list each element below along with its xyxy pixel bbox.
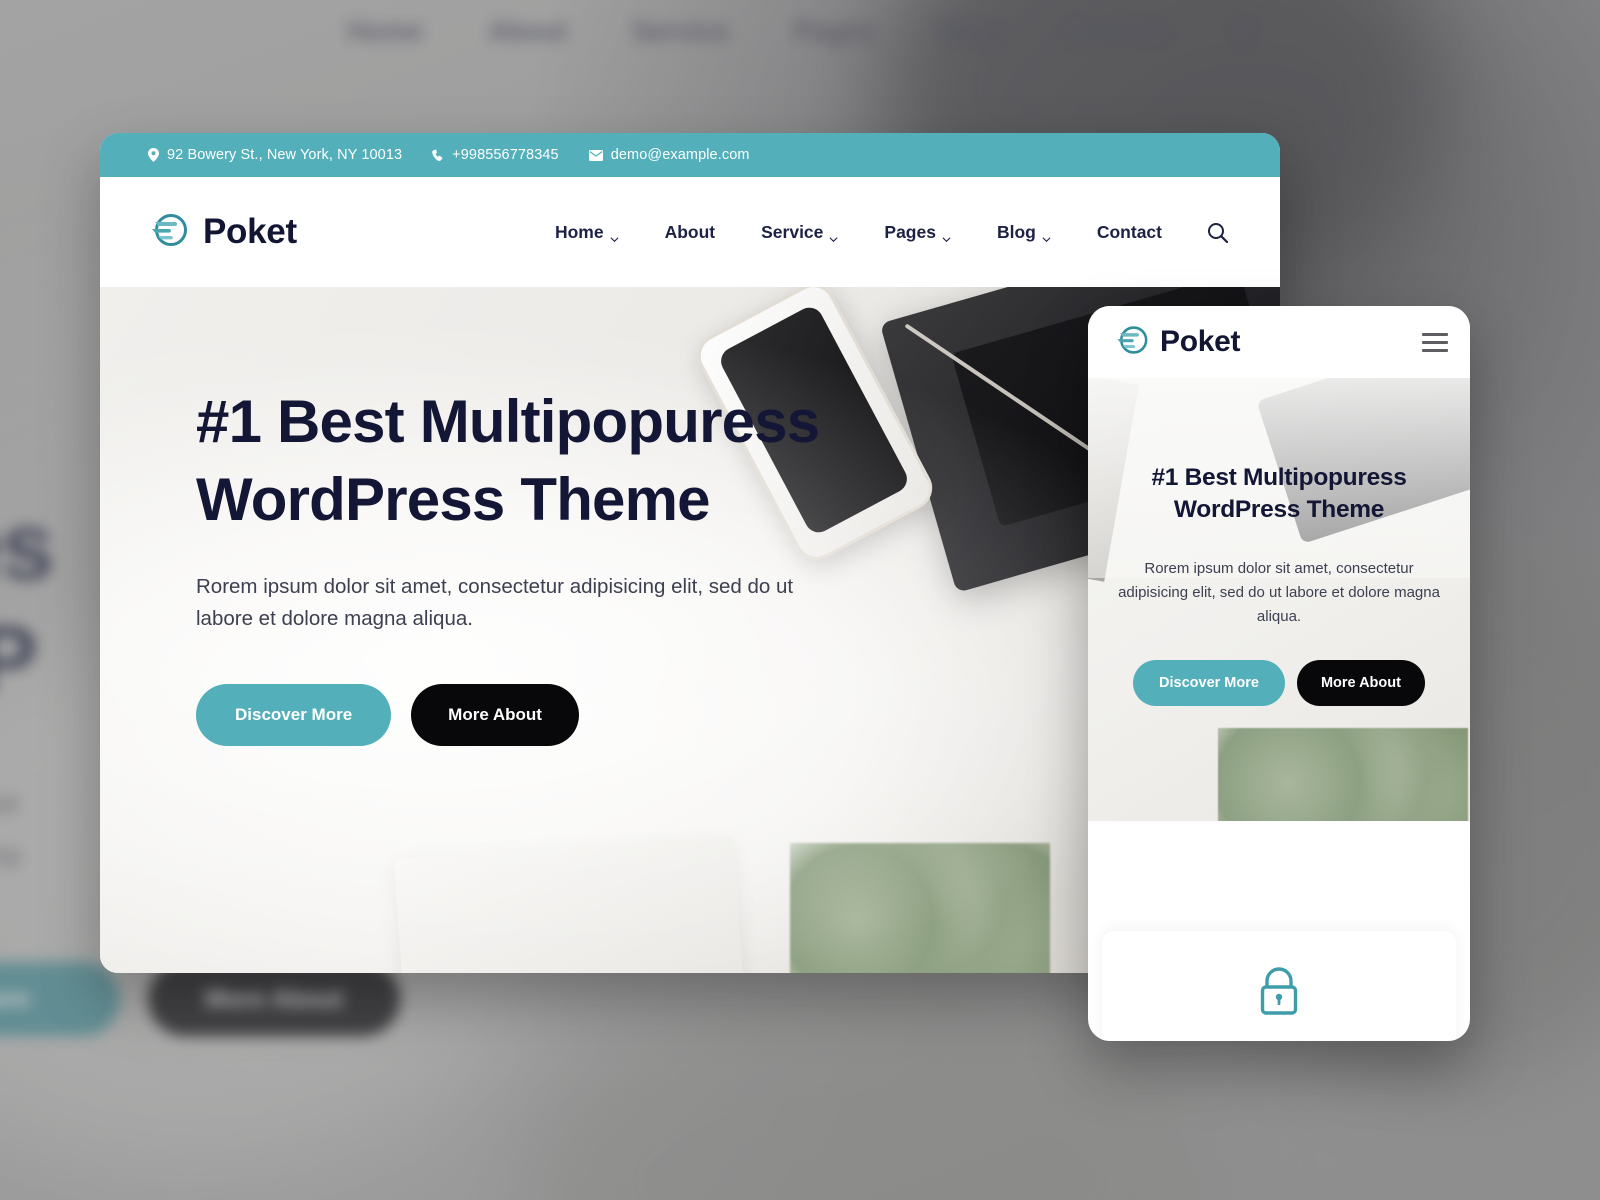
chevron-down-icon [1042,228,1051,242]
poket-bird-logo-icon [1114,322,1150,363]
hero-button-group: Discover More More About [196,683,820,746]
phone-icon [432,149,444,162]
mobile-photo-plant [1218,728,1468,821]
nav-item-contact-label: Contact [1096,221,1162,242]
nav-item-pages[interactable]: Pages [861,222,974,243]
mobile-navbar: Poket [1088,306,1470,378]
discover-more-button[interactable]: Discover More [196,683,392,746]
chevron-down-icon [610,228,619,242]
nav-item-about-label: About [664,221,716,242]
hero-subtitle: Rorem ipsum dolor sit amet, consectetur … [196,575,794,631]
location-pin-icon [148,148,159,162]
chevron-down-icon [829,228,838,242]
screenshot-stage: Home About Service Pages Blog Contact ⚲ … [0,0,1600,1200]
topbar-phone[interactable]: +998556778345 [432,147,559,163]
main-navbar: Poket Home About Service Pages Blog Cont… [100,177,1280,287]
topbar-email-text: demo@example.com [610,147,750,163]
nav-item-pages-label: Pages [884,221,936,242]
nav-item-service-label: Service [761,221,824,242]
mobile-discover-more-button[interactable]: Discover More [1133,659,1285,706]
envelope-icon [588,149,603,161]
nav-item-about[interactable]: About [642,222,739,243]
padlock-icon [1256,965,1302,1022]
mobile-hero-button-group: Discover More More About [1112,659,1446,706]
top-info-bar: 92 Bowery St., New York, NY 10013 +99855… [100,133,1280,177]
mobile-hero-content: #1 Best Multipopuress WordPress Theme Ro… [1088,378,1470,706]
poket-bird-logo-icon [148,209,190,256]
topbar-email[interactable]: demo@example.com [588,147,750,163]
mobile-more-about-button[interactable]: More About [1296,659,1425,706]
mobile-preview-card: Poket #1 Best Multipopuress WordPress Th… [1088,306,1470,1041]
nav-item-blog-label: Blog [996,221,1036,242]
mobile-blank-section [1088,821,1470,931]
search-icon[interactable] [1185,222,1236,243]
mobile-hero-title: #1 Best Multipopuress WordPress Theme [1151,464,1407,524]
topbar-phone-text: +998556778345 [452,147,559,163]
navigation-menu: Home About Service Pages Blog Contact [532,222,1236,243]
topbar-address[interactable]: 92 Bowery St., New York, NY 10013 [148,147,402,163]
hero-content: #1 Best Multipopuress WordPress Theme Ro… [100,287,820,746]
hero-title: #1 Best Multipopuress WordPress Theme [196,388,820,533]
chevron-down-icon [942,228,951,242]
hamburger-bar [1422,340,1448,344]
nav-item-home[interactable]: Home [532,222,642,243]
mobile-brand-name: Poket [1160,325,1241,358]
nav-item-contact[interactable]: Contact [1074,222,1185,243]
topbar-address-text: 92 Bowery St., New York, NY 10013 [167,147,403,163]
nav-item-blog[interactable]: Blog [974,222,1074,243]
brand-name: Poket [203,212,297,251]
mobile-hero-section: #1 Best Multipopuress WordPress Theme Ro… [1088,378,1470,821]
hamburger-bar [1422,332,1448,336]
more-about-button[interactable]: More About [411,683,579,746]
brand-logo[interactable]: Poket [148,209,297,256]
mobile-hero-subtitle: Rorem ipsum dolor sit amet, consectetur … [1118,559,1440,626]
hamburger-bar [1422,348,1448,352]
nav-item-home-label: Home [554,221,604,242]
nav-item-service[interactable]: Service [738,222,861,243]
mobile-locked-section-card [1102,931,1456,1041]
hamburger-menu-icon[interactable] [1422,332,1448,352]
mobile-brand-logo[interactable]: Poket [1114,322,1241,363]
